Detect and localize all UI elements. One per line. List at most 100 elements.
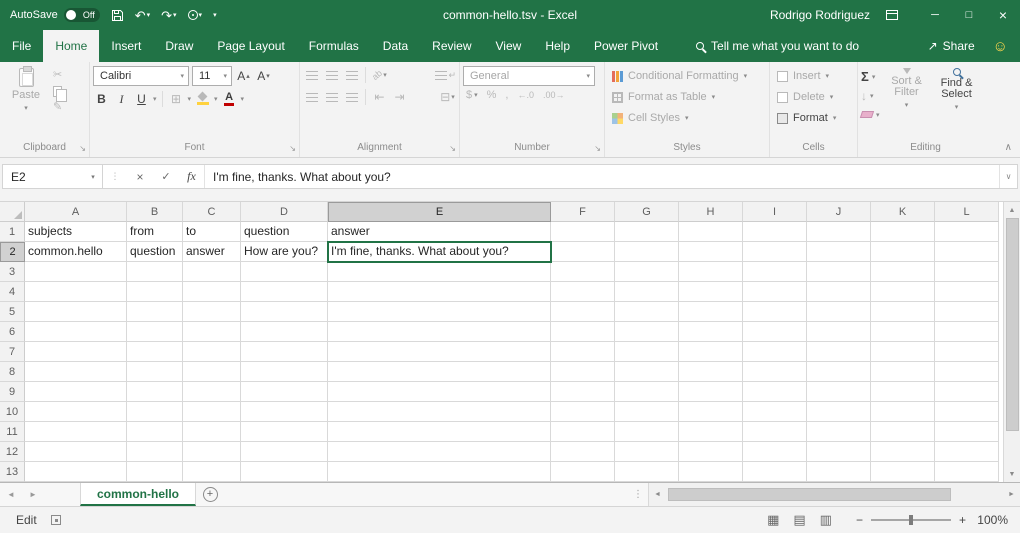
cell-E5[interactable] <box>328 302 551 322</box>
name-box-dropdown-icon[interactable]: ▾ <box>84 173 102 181</box>
cell-F12[interactable] <box>551 442 615 462</box>
cell-H6[interactable] <box>679 322 743 342</box>
cell-G12[interactable] <box>615 442 679 462</box>
cell-A7[interactable] <box>25 342 127 362</box>
cell-H11[interactable] <box>679 422 743 442</box>
cell-A11[interactable] <box>25 422 127 442</box>
font-name-combo[interactable]: Calibri▾ <box>93 66 189 86</box>
align-center-icon[interactable] <box>323 88 340 106</box>
cell-G2[interactable] <box>615 242 679 262</box>
column-header-B[interactable]: B <box>127 202 183 222</box>
new-sheet-button[interactable]: + <box>196 483 224 506</box>
cell-I11[interactable] <box>743 422 807 442</box>
feedback-smiley-icon[interactable]: ☺ <box>993 38 1008 55</box>
fill-color-icon[interactable] <box>194 90 211 108</box>
insert-function-button[interactable]: fx <box>179 165 205 188</box>
cell-B13[interactable] <box>127 462 183 482</box>
cell-G4[interactable] <box>615 282 679 302</box>
cell-L8[interactable] <box>935 362 999 382</box>
cell-C11[interactable] <box>183 422 241 442</box>
cell-D2[interactable]: How are you? <box>241 242 328 262</box>
cell-C4[interactable] <box>183 282 241 302</box>
cell-F7[interactable] <box>551 342 615 362</box>
maximize-button[interactable]: □ <box>952 0 986 30</box>
sheet-nav-left-icon[interactable]: ◄ <box>0 483 22 506</box>
cell-styles-button[interactable]: Cell Styles▾ <box>608 108 766 128</box>
tab-help[interactable]: Help <box>533 30 582 62</box>
cell-K4[interactable] <box>871 282 935 302</box>
cell-H2[interactable] <box>679 242 743 262</box>
cell-J9[interactable] <box>807 382 871 402</box>
cell-C13[interactable] <box>183 462 241 482</box>
cell-K1[interactable] <box>871 222 935 242</box>
decrease-decimal-icon[interactable]: .00→ <box>543 90 565 101</box>
cell-I6[interactable] <box>743 322 807 342</box>
cell-D7[interactable] <box>241 342 328 362</box>
page-break-view-icon[interactable]: ▥ <box>820 512 832 528</box>
column-header-L[interactable]: L <box>935 202 999 222</box>
cell-C8[interactable] <box>183 362 241 382</box>
cell-E12[interactable] <box>328 442 551 462</box>
cell-K13[interactable] <box>871 462 935 482</box>
cell-B2[interactable]: question <box>127 242 183 262</box>
cell-K3[interactable] <box>871 262 935 282</box>
align-top-icon[interactable] <box>303 66 320 84</box>
cell-K12[interactable] <box>871 442 935 462</box>
cell-D10[interactable] <box>241 402 328 422</box>
cell-A10[interactable] <box>25 402 127 422</box>
cell-B12[interactable] <box>127 442 183 462</box>
cell-L7[interactable] <box>935 342 999 362</box>
cell-K8[interactable] <box>871 362 935 382</box>
autosum-button[interactable]: Σ▾ <box>861 68 880 85</box>
cell-C9[interactable] <box>183 382 241 402</box>
cell-H5[interactable] <box>679 302 743 322</box>
column-header-J[interactable]: J <box>807 202 871 222</box>
cell-G6[interactable] <box>615 322 679 342</box>
fill-button[interactable]: ↓▾ <box>861 87 880 104</box>
row-header-11[interactable]: 11 <box>0 422 25 442</box>
row-header-10[interactable]: 10 <box>0 402 25 422</box>
customize-qat-icon[interactable]: ▾ <box>213 12 217 19</box>
font-dialog-launcher-icon[interactable]: ↘ <box>289 145 296 153</box>
cell-G9[interactable] <box>615 382 679 402</box>
sheet-tab-common-hello[interactable]: common-hello <box>80 483 196 506</box>
tab-insert[interactable]: Insert <box>99 30 153 62</box>
accounting-format-icon[interactable]: $▾ <box>466 90 478 101</box>
minimize-button[interactable]: ─ <box>918 0 952 30</box>
close-button[interactable]: × <box>986 0 1020 30</box>
zoom-percentage[interactable]: 100% <box>974 513 1008 527</box>
cell-A12[interactable] <box>25 442 127 462</box>
orientation-icon[interactable]: ab▾ <box>371 66 388 84</box>
cell-D5[interactable] <box>241 302 328 322</box>
cell-K7[interactable] <box>871 342 935 362</box>
italic-button[interactable]: I <box>113 90 130 108</box>
align-right-icon[interactable] <box>343 88 360 106</box>
cell-L5[interactable] <box>935 302 999 322</box>
cell-G13[interactable] <box>615 462 679 482</box>
cell-L1[interactable] <box>935 222 999 242</box>
cell-G10[interactable] <box>615 402 679 422</box>
page-layout-view-icon[interactable]: ▤ <box>793 512 805 528</box>
merge-center-icon[interactable]: ⊟▾ <box>439 88 456 106</box>
cell-C10[interactable] <box>183 402 241 422</box>
cell-G11[interactable] <box>615 422 679 442</box>
horizontal-scroll-thumb[interactable] <box>668 488 951 501</box>
cell-L12[interactable] <box>935 442 999 462</box>
tab-power-pivot[interactable]: Power Pivot <box>582 30 670 62</box>
cell-E7[interactable] <box>328 342 551 362</box>
cell-J4[interactable] <box>807 282 871 302</box>
borders-icon[interactable]: ⊞ <box>168 90 185 108</box>
cell-F4[interactable] <box>551 282 615 302</box>
cell-B4[interactable] <box>127 282 183 302</box>
cell-F5[interactable] <box>551 302 615 322</box>
paste-button[interactable]: Paste ▾ <box>3 66 49 115</box>
cell-D4[interactable] <box>241 282 328 302</box>
cell-E1[interactable]: answer <box>328 222 551 242</box>
cell-H7[interactable] <box>679 342 743 362</box>
clear-button[interactable]: ▾ <box>861 106 880 123</box>
find-select-button[interactable]: Find & Select ▾ <box>934 66 980 123</box>
cell-F10[interactable] <box>551 402 615 422</box>
column-header-A[interactable]: A <box>25 202 127 222</box>
clipboard-dialog-launcher-icon[interactable]: ↘ <box>79 145 86 153</box>
wrap-text-icon[interactable]: ↵ <box>435 66 456 84</box>
